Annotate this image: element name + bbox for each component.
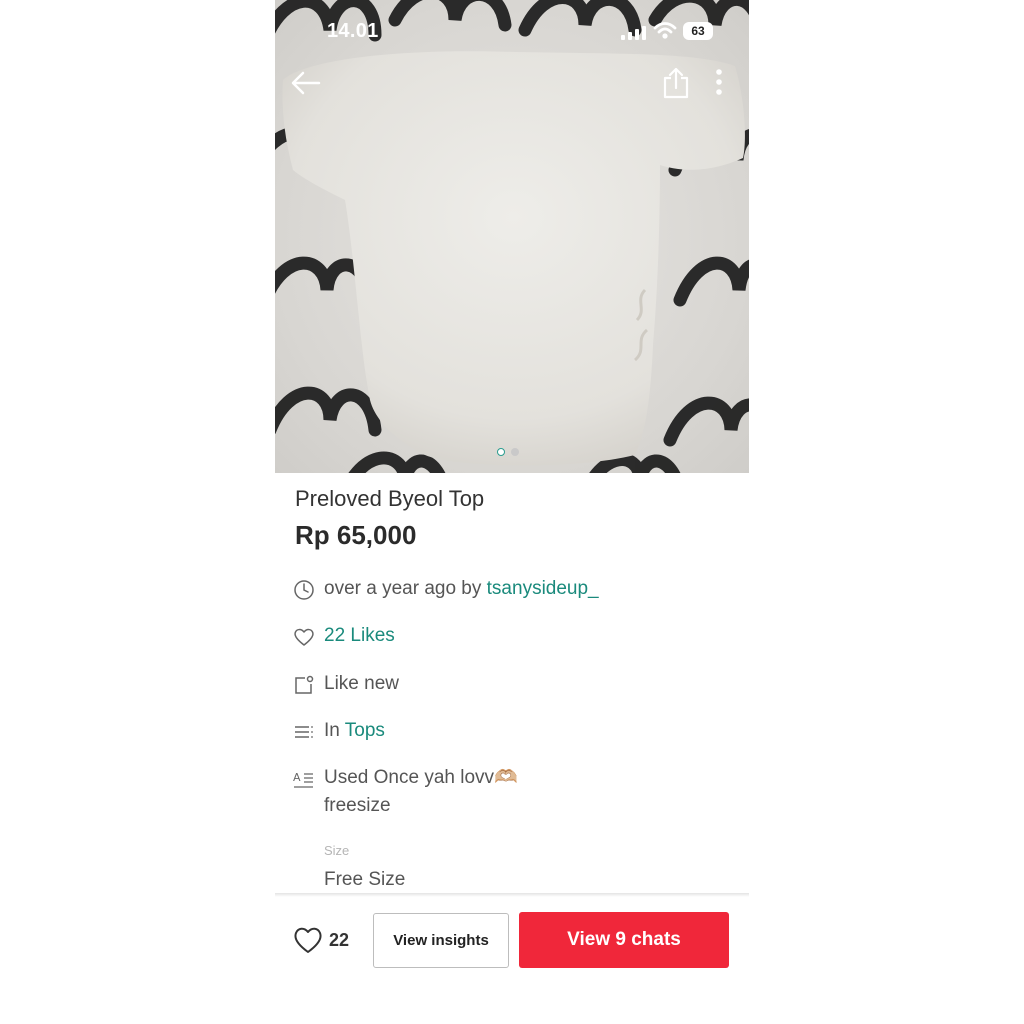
status-time: 14.01 bbox=[327, 20, 379, 42]
carousel-dot-2[interactable] bbox=[511, 448, 519, 456]
more-vertical-icon[interactable] bbox=[709, 66, 729, 100]
heart-icon bbox=[294, 628, 314, 646]
list-icon bbox=[295, 726, 313, 738]
seller-link[interactable]: tsanysideup_ bbox=[487, 578, 599, 599]
posted-row: over a year ago by tsanysideup_ bbox=[293, 578, 599, 601]
condition-tag-icon bbox=[295, 675, 314, 694]
size-value: Free Size bbox=[324, 869, 406, 890]
view-insights-button[interactable]: View insights bbox=[373, 913, 509, 968]
share-icon[interactable] bbox=[661, 66, 691, 100]
carousel-dot-1[interactable] bbox=[497, 448, 505, 456]
battery-icon: 63 bbox=[683, 22, 713, 40]
carousel-indicator bbox=[497, 448, 519, 456]
size-label: Size bbox=[324, 843, 350, 858]
posted-time: over a year ago by bbox=[324, 578, 482, 599]
description-line-2: freesize bbox=[324, 795, 391, 816]
category-prefix: In bbox=[324, 720, 340, 741]
divider bbox=[275, 893, 749, 897]
signal-icon bbox=[621, 26, 646, 40]
heart-icon bbox=[294, 927, 322, 953]
likes-link[interactable]: 22 Likes bbox=[324, 625, 395, 647]
condition-row: Like new bbox=[293, 673, 399, 696]
svg-text:A: A bbox=[293, 771, 301, 784]
back-arrow-icon[interactable] bbox=[289, 66, 323, 100]
like-button[interactable]: 22 bbox=[293, 926, 349, 954]
product-title: Preloved Byeol Top bbox=[295, 486, 485, 511]
likes-row[interactable]: 22 Likes bbox=[293, 625, 395, 648]
category-link[interactable]: Tops bbox=[345, 720, 385, 741]
description-line-1: Used Once yah lovv🫶🏼 bbox=[324, 767, 518, 788]
clock-icon bbox=[294, 580, 314, 600]
product-price: Rp 65,000 bbox=[295, 520, 417, 550]
listing-screen: 14.01 63 Preloved Byeol Top Rp 65,000 ov… bbox=[275, 0, 749, 1024]
description-row: A Used Once yah lovv🫶🏼 freesize bbox=[293, 764, 518, 820]
status-bar: 14.01 63 bbox=[275, 16, 749, 46]
category-row: In Tops bbox=[293, 720, 385, 743]
like-count: 22 bbox=[329, 929, 350, 950]
description-icon: A bbox=[293, 771, 313, 788]
wifi-icon bbox=[653, 22, 677, 39]
condition-text: Like new bbox=[324, 673, 399, 694]
view-chats-button[interactable]: View 9 chats bbox=[519, 912, 729, 968]
product-image[interactable]: 14.01 63 bbox=[275, 0, 749, 473]
